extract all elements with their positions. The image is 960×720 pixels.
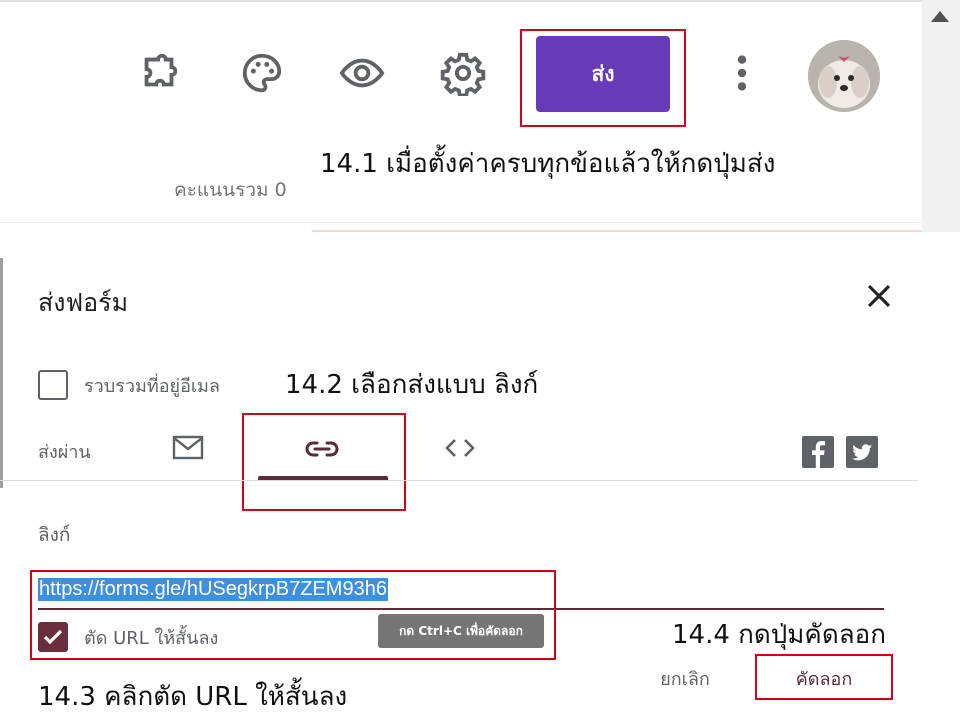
annotation-box-url — [30, 570, 556, 660]
collect-email-checkbox[interactable] — [38, 370, 68, 400]
palette-icon[interactable] — [237, 48, 287, 98]
avatar[interactable] — [808, 40, 880, 112]
total-score-label: คะแนนรวม 0 — [174, 179, 287, 201]
annotation-step-14-1: 14.1 เมื่อตั้งค่าครบทุกข้อแล้วให้กดปุ่มส… — [320, 149, 776, 179]
send-via-label: ส่งผ่าน — [38, 442, 91, 463]
eye-icon[interactable] — [337, 48, 387, 98]
more-vert-icon[interactable] — [717, 48, 767, 98]
header-top-divider — [0, 0, 960, 2]
close-icon[interactable] — [862, 279, 896, 313]
annotation-step-14-2: 14.2 เลือกส่งแบบ ลิงก์ — [285, 370, 539, 400]
scrollbar[interactable] — [922, 0, 960, 232]
twitter-icon[interactable] — [846, 436, 878, 468]
dialog-left-border — [0, 258, 3, 488]
facebook-icon[interactable] — [802, 436, 834, 468]
question-card-edge — [312, 230, 922, 232]
scroll-up-arrow-icon[interactable] — [931, 11, 949, 22]
annotation-box-send — [520, 29, 686, 127]
gear-icon[interactable] — [438, 48, 488, 98]
annotation-box-copy — [755, 654, 893, 700]
annotation-step-14-3: 14.3 คลิกตัด URL ให้สั้นลง — [38, 682, 348, 712]
dialog-title: ส่งฟอร์ม — [38, 288, 129, 317]
cancel-button[interactable]: ยกเลิก — [640, 660, 730, 696]
form-editor-header: ส่ง 14.1 เมื่อตั้งค่าครบทุกข้อแล้วให้กดป… — [0, 0, 960, 232]
collect-email-label: รวบรวมที่อยู่อีเมล — [84, 376, 220, 397]
tab-email[interactable] — [166, 430, 210, 466]
tab-embed[interactable] — [438, 430, 482, 466]
annotation-step-14-4: 14.4 กดปุ่มคัดลอก — [672, 620, 886, 650]
annotation-box-link-tab — [242, 413, 406, 511]
tabs-divider — [0, 480, 918, 481]
puzzle-icon[interactable] — [135, 48, 185, 98]
link-section-label: ลิงก์ — [38, 524, 71, 546]
